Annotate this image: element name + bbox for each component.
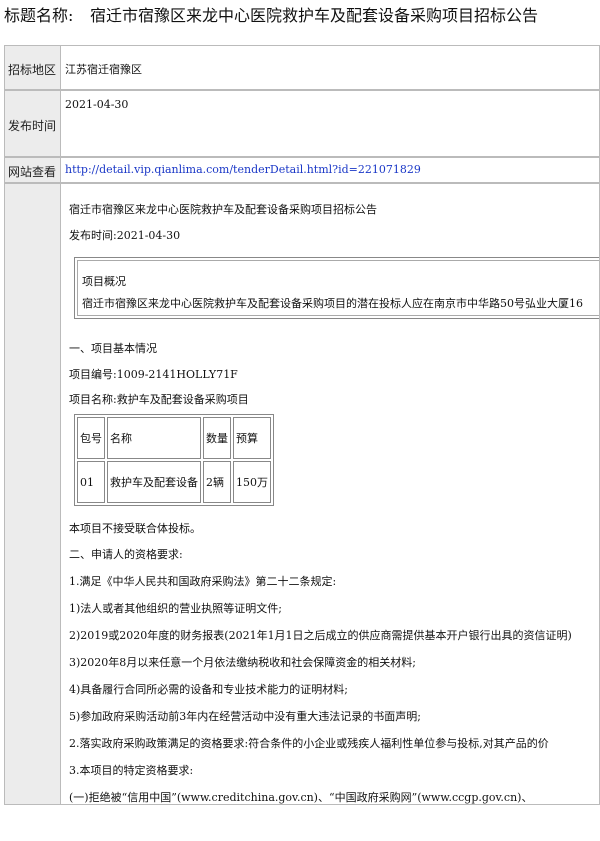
requirement-1-1: 1)法人或者其他组织的营业执照等证明文件; <box>69 602 282 615</box>
region-label: 招标地区 <box>8 63 57 77</box>
site-label: 网站查看 <box>8 165 57 179</box>
notice-publish-time: 发布时间:2021-04-30 <box>69 229 181 242</box>
table-row: 01 救护车及配套设备 2辆 150万 <box>77 461 271 503</box>
table-header-cell: 名称 <box>107 417 201 459</box>
page-title: 宿迁市宿豫区来龙中心医院救护车及配套设备采购项目招标公告 <box>90 6 539 25</box>
table-header-cell: 包号 <box>77 417 105 459</box>
section-1-heading: 一、项目基本情况 <box>69 342 157 355</box>
title-bar: 标题名称: 宿迁市宿豫区来龙中心医院救护车及配套设备采购项目招标公告 <box>0 0 600 28</box>
requirement-1-2: 2)2019或2020年度的财务报表(2021年1月1日之后成立的供应商需提供基… <box>69 629 572 642</box>
table-header-cell: 预算 <box>233 417 271 459</box>
overview-text: 宿迁市宿豫区来龙中心医院救护车及配套设备采购项目的潜在投标人应在南京市中华路50… <box>82 297 583 310</box>
region-value-cell: 江苏宿迁宿豫区 <box>61 45 600 90</box>
region-label-cell: 招标地区 <box>4 45 61 90</box>
requirement-1-5: 5)参加政府采购活动前3年内在经营活动中没有重大违法记录的书面声明; <box>69 710 421 723</box>
content-cell: 宿迁市宿豫区来龙中心医院救护车及配套设备采购项目招标公告 发布时间:2021-0… <box>61 183 600 805</box>
overview-box: 项目概况 宿迁市宿豫区来龙中心医院救护车及配套设备采购项目的潜在投标人应在南京市… <box>74 257 599 319</box>
table-cell: 2辆 <box>203 461 231 503</box>
info-grid: 招标地区 江苏宿迁宿豫区 发布时间 2021-04-30 网站查看 http:/… <box>0 33 600 805</box>
table-header-row: 包号 名称 数量 预算 <box>77 417 271 459</box>
project-number: 项目编号:1009-2141HOLLY71F <box>69 368 238 381</box>
table-cell: 150万 <box>233 461 271 503</box>
notice-heading: 宿迁市宿豫区来龙中心医院救护车及配套设备采购项目招标公告 <box>69 203 377 216</box>
requirement-3-1: (一)拒绝被“信用中国”(www.creditchina.gov.cn)、“中国… <box>69 791 533 804</box>
title-label: 标题名称: <box>4 6 74 25</box>
publish-value-cell: 2021-04-30 <box>61 90 600 157</box>
overview-title: 项目概况 <box>82 275 126 288</box>
content-label-cell <box>4 183 61 805</box>
site-value-cell: http://detail.vip.qianlima.com/tenderDet… <box>61 157 600 183</box>
no-consortium: 本项目不接受联合体投标。 <box>69 522 201 535</box>
section-2-heading: 二、申请人的资格要求: <box>69 548 183 561</box>
requirement-1: 1.满足《中华人民共和国政府采购法》第二十二条规定: <box>69 575 337 588</box>
table-cell: 救护车及配套设备 <box>107 461 201 503</box>
table-cell: 01 <box>77 461 105 503</box>
requirement-3: 3.本项目的特定资格要求: <box>69 764 194 777</box>
table-header-cell: 数量 <box>203 417 231 459</box>
project-name: 项目名称:救护车及配套设备采购项目 <box>69 393 249 406</box>
detail-link[interactable]: http://detail.vip.qianlima.com/tenderDet… <box>65 163 421 176</box>
requirement-1-4: 4)具备履行合同所必需的设备和专业技术能力的证明材料; <box>69 683 348 696</box>
site-label-cell: 网站查看 <box>4 157 61 183</box>
package-table: 包号 名称 数量 预算 01 救护车及配套设备 2辆 150万 <box>74 414 274 506</box>
publish-label-cell: 发布时间 <box>4 90 61 157</box>
publish-label: 发布时间 <box>8 119 57 133</box>
region-value: 江苏宿迁宿豫区 <box>65 63 142 76</box>
requirement-1-3: 3)2020年8月以来任意一个月依法缴纳税收和社会保障资金的相关材料; <box>69 656 416 669</box>
requirement-2: 2.落实政府采购政策满足的资格要求:符合条件的小企业或残疾人福利性单位参与投标,… <box>69 737 549 750</box>
publish-value: 2021-04-30 <box>65 98 129 111</box>
